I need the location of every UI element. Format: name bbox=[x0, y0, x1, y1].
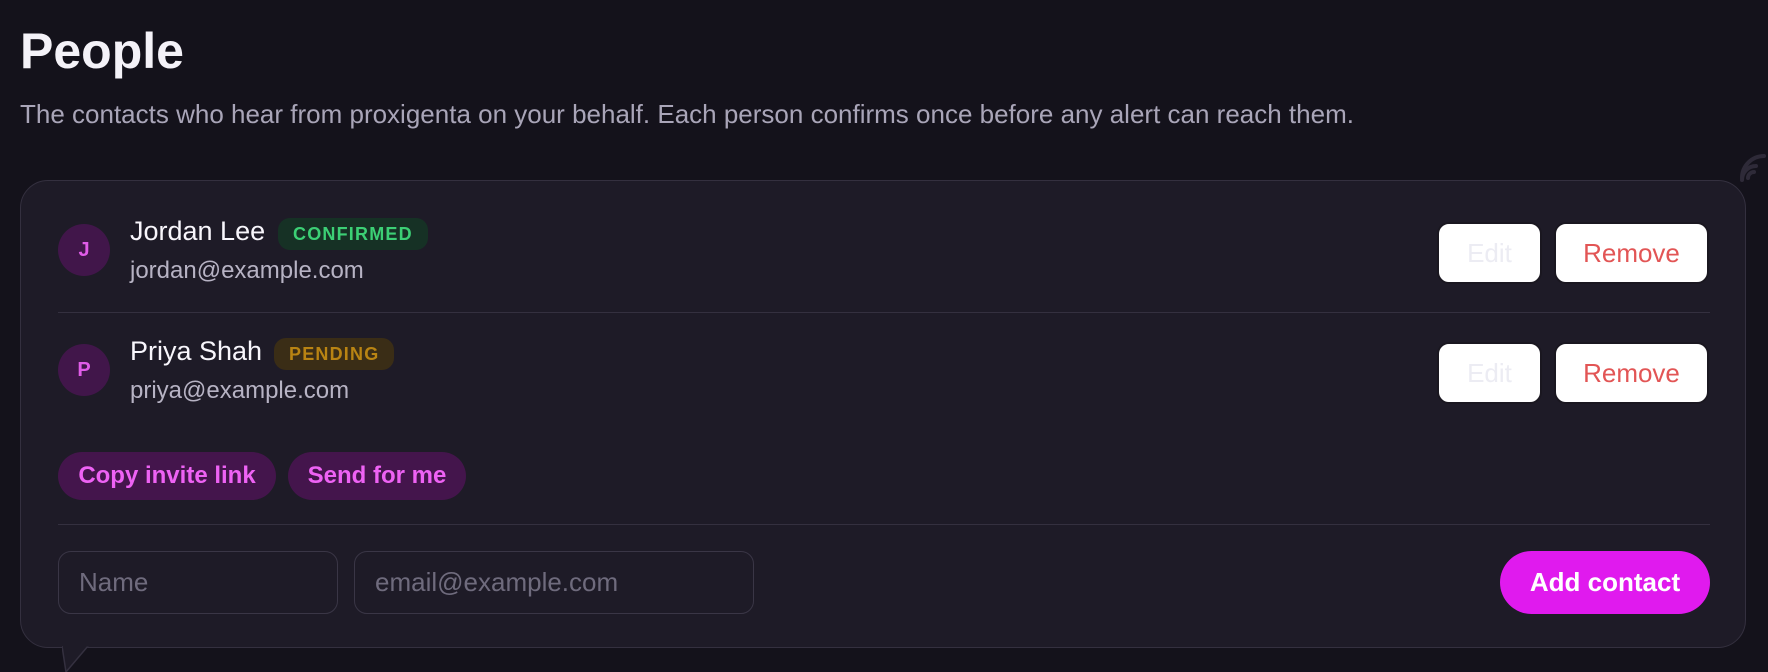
remove-button[interactable]: Remove bbox=[1554, 222, 1709, 284]
remove-button[interactable]: Remove bbox=[1554, 342, 1709, 404]
wifi-icon bbox=[1740, 154, 1766, 182]
name-input[interactable] bbox=[58, 551, 338, 614]
row-divider bbox=[58, 312, 1710, 313]
copy-invite-link-button[interactable]: Copy invite link bbox=[58, 452, 276, 500]
form-divider bbox=[58, 524, 1710, 525]
contact-email: jordan@example.com bbox=[130, 257, 364, 284]
edit-button[interactable]: Edit bbox=[1437, 342, 1542, 404]
avatar: J bbox=[58, 224, 110, 276]
contact-email: priya@example.com bbox=[130, 377, 350, 404]
status-badge-confirmed: CONFIRMED bbox=[278, 218, 428, 250]
people-page: People The contacts who hear from proxig… bbox=[0, 0, 1768, 672]
email-input[interactable] bbox=[354, 551, 754, 614]
contact-name: Jordan Lee bbox=[130, 216, 266, 246]
avatar: P bbox=[58, 344, 110, 396]
page-title: People bbox=[20, 23, 184, 79]
card-tail bbox=[62, 646, 89, 672]
edit-button[interactable]: Edit bbox=[1437, 222, 1542, 284]
contact-name: Priya Shah bbox=[130, 336, 263, 366]
status-badge-pending: PENDING bbox=[274, 338, 395, 370]
page-subtitle: The contacts who hear from proxigenta on… bbox=[20, 99, 1354, 129]
add-contact-button[interactable]: Add contact bbox=[1500, 551, 1710, 614]
send-for-me-button[interactable]: Send for me bbox=[288, 452, 466, 500]
